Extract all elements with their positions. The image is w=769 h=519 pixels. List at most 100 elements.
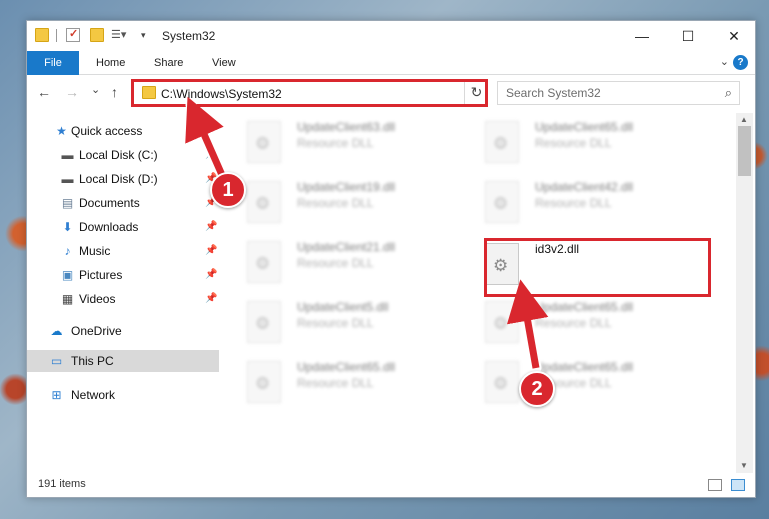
file-type: Resource DLL (297, 196, 374, 210)
minimize-button[interactable]: — (619, 21, 665, 51)
file-list: UpdateClient63.dll Resource DLL UpdateCl… (219, 113, 736, 473)
maximize-button[interactable]: ☐ (665, 21, 711, 51)
up-button[interactable]: ↑ (111, 84, 118, 100)
file-type: Resource DLL (297, 376, 374, 390)
pictures-icon: ▣ (61, 268, 74, 282)
close-button[interactable]: ✕ (711, 21, 757, 51)
file-item[interactable]: UpdateClient19.dll Resource DLL (243, 177, 473, 233)
pin-icon[interactable]: 📌 (205, 269, 217, 280)
tab-view[interactable]: View (199, 51, 249, 75)
tab-share[interactable]: Share (141, 51, 196, 75)
explorer-window: ☰▾ ▾ System32 — ☐ ✕ File Home Share View… (26, 20, 756, 498)
dll-file-icon (485, 361, 519, 403)
dll-file-icon (247, 301, 281, 343)
title-bar: ☰▾ ▾ System32 — ☐ ✕ (27, 21, 755, 51)
file-item[interactable]: UpdateClient63.dll Resource DLL (243, 117, 473, 173)
nav-item-downloads[interactable]: ⬇ Downloads 📌 (27, 216, 219, 238)
star-icon: ★ (56, 124, 67, 138)
nav-item-onedrive[interactable]: ☁ OneDrive (27, 320, 219, 342)
scroll-down-icon[interactable]: ▼ (740, 461, 748, 470)
file-name: UpdateClient19.dll (297, 180, 396, 194)
tab-home[interactable]: Home (83, 51, 138, 75)
nav-item-network[interactable]: ⊞ Network (27, 384, 219, 406)
nav-item-this-pc[interactable]: ▭ This PC (27, 350, 219, 372)
music-icon: ♪ (64, 244, 71, 258)
highlight-box-file (484, 238, 711, 297)
nav-label: Local Disk (D:) (79, 172, 158, 186)
dll-file-icon (247, 361, 281, 403)
nav-item-videos[interactable]: ▦ Videos 📌 (27, 288, 219, 310)
nav-label: Videos (79, 292, 116, 306)
properties-icon[interactable] (66, 27, 80, 42)
file-name: UpdateClient5.dll (297, 300, 389, 314)
download-icon: ⬇ (62, 220, 73, 234)
scrollbar-thumb[interactable] (738, 126, 751, 176)
customize-toolbar-icon[interactable]: ☰▾ (111, 28, 126, 42)
large-icons-view-icon[interactable] (731, 479, 745, 491)
status-bar: 191 items (27, 473, 755, 497)
file-item[interactable]: UpdateClient65.dll Resource DLL (243, 357, 473, 413)
nav-item-quick-access[interactable]: ★ Quick access (27, 120, 219, 142)
file-type: Resource DLL (535, 136, 612, 150)
navigation-pane: ★ Quick access ▬ Local Disk (C:) 📌 ▬ Loc… (27, 113, 219, 473)
nav-label: Music (79, 244, 111, 258)
forward-button[interactable]: → (65, 84, 79, 100)
recent-locations-button[interactable]: ⌄ (91, 83, 100, 96)
nav-label: Downloads (79, 220, 139, 234)
file-name: UpdateClient63.dll (297, 120, 396, 134)
scroll-up-icon[interactable]: ▲ (740, 115, 748, 124)
file-item[interactable]: UpdateClient42.dll Resource DLL (481, 177, 711, 233)
nav-label: This PC (71, 354, 114, 368)
search-box[interactable]: ⌕ (497, 81, 740, 105)
drive-icon: ▬ (61, 148, 74, 162)
dll-file-icon (485, 121, 519, 163)
highlight-box-address (131, 79, 488, 107)
search-icon[interactable]: ⌕ (725, 85, 732, 101)
back-button[interactable]: ← (37, 84, 51, 100)
file-item[interactable]: UpdateClient65.dll Resource DLL (481, 297, 711, 353)
pin-icon[interactable]: 📌 (205, 221, 217, 232)
file-item[interactable]: UpdateClient65.dll Resource DLL (481, 357, 711, 413)
file-name: UpdateClient65.dll (535, 360, 634, 374)
file-name: UpdateClient65.dll (535, 300, 634, 314)
dll-file-icon (247, 181, 281, 223)
new-folder-icon[interactable] (90, 28, 104, 42)
address-row: ← → ⌄ ↑ C:\Windows\System32 ⌄ ↻ ⌕ (27, 76, 755, 110)
network-icon: ⊞ (51, 388, 62, 402)
help-icon[interactable]: ? (733, 55, 748, 70)
nav-label: Pictures (79, 268, 123, 282)
nav-item-pictures[interactable]: ▣ Pictures 📌 (27, 264, 219, 286)
separator (56, 29, 57, 42)
quick-access-dropdown-icon[interactable]: ▾ (141, 30, 146, 41)
nav-item-local-disk-c[interactable]: ▬ Local Disk (C:) 📌 (27, 144, 219, 166)
nav-item-documents[interactable]: ▤ Documents 📌 (27, 192, 219, 214)
dll-file-icon (485, 181, 519, 223)
file-item[interactable]: UpdateClient21.dll Resource DLL (243, 237, 473, 293)
pin-icon[interactable]: 📌 (205, 293, 217, 304)
computer-icon: ▭ (50, 354, 63, 368)
expand-ribbon-icon[interactable]: ⌄ (720, 55, 729, 68)
tab-file[interactable]: File (27, 51, 79, 75)
nav-label: Documents (79, 196, 140, 210)
nav-label: Quick access (71, 124, 143, 138)
nav-item-music[interactable]: ♪ Music 📌 (27, 240, 219, 262)
file-type: Resource DLL (535, 316, 612, 330)
file-item[interactable]: UpdateClient5.dll Resource DLL (243, 297, 473, 353)
documents-icon: ▤ (61, 196, 74, 210)
nav-item-local-disk-d[interactable]: ▬ Local Disk (D:) 📌 (27, 168, 219, 190)
folder-icon (35, 28, 49, 42)
pin-icon[interactable]: 📌 (205, 245, 217, 256)
pin-icon[interactable]: 📌 (205, 149, 217, 160)
file-type: Resource DLL (297, 136, 374, 150)
file-name: UpdateClient21.dll (297, 240, 396, 254)
details-view-icon[interactable] (708, 479, 722, 491)
nav-label: OneDrive (71, 324, 122, 338)
dll-file-icon (247, 241, 281, 283)
step-badge-1: 1 (210, 172, 246, 208)
window-title: System32 (162, 29, 216, 43)
file-item[interactable]: UpdateClient65.dll Resource DLL (481, 117, 711, 173)
file-type: Resource DLL (535, 196, 612, 210)
vertical-scrollbar[interactable]: ▲ ▼ (736, 113, 753, 473)
search-input[interactable] (506, 86, 706, 100)
ribbon-tabs: File Home Share View ⌄ ? (27, 51, 755, 75)
